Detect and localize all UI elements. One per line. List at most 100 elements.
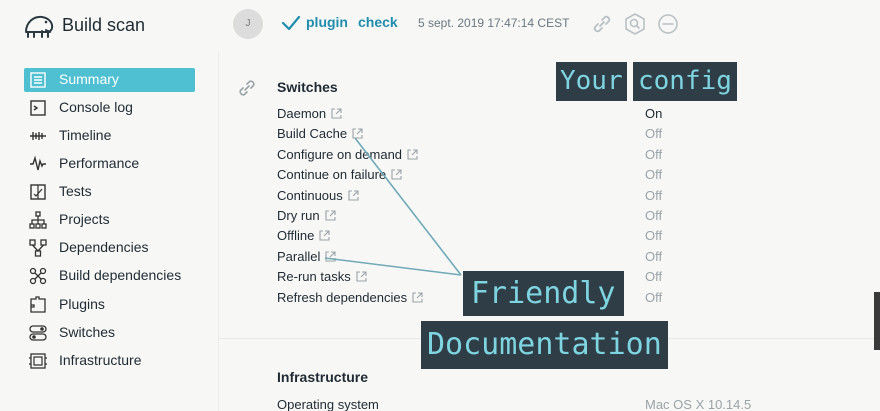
gradle-elephant-logo[interactable] — [22, 10, 56, 40]
switch-name: Offline — [277, 228, 315, 244]
sidebar-item-label: Tests — [59, 183, 92, 199]
annotation-your: Your — [556, 62, 627, 101]
switch-value: Off — [645, 269, 663, 285]
summary-icon — [30, 72, 46, 88]
switch-name: Parallel — [277, 248, 321, 264]
content-divider — [218, 52, 219, 411]
build-dependencies-icon — [29, 267, 47, 285]
plugins-icon — [30, 296, 46, 313]
switch-value: Off — [645, 289, 663, 305]
sidebar-item-label: Projects — [59, 211, 110, 227]
switches-icon — [29, 325, 47, 341]
switch-doc-link[interactable]: Dry run — [277, 208, 336, 223]
sidebar-item-label: Timeline — [59, 127, 112, 143]
sidebar: Summary Console log Timeline Performance… — [0, 52, 210, 411]
operating-system-value: Mac OS X 10.14.5 — [645, 397, 752, 411]
switch-name: Daemon — [277, 106, 327, 121]
switch-doc-link[interactable]: Refresh dependencies — [277, 290, 423, 305]
sidebar-item-label: Switches — [59, 324, 116, 340]
sidebar-item-console-log[interactable]: Console log — [24, 96, 195, 120]
console-icon — [30, 100, 46, 116]
sidebar-item-label: Console log — [59, 99, 133, 115]
switch-value: Off — [645, 208, 663, 223]
sidebar-item-label: Performance — [59, 155, 140, 171]
switch-name: Dry run — [277, 208, 320, 223]
switch-doc-link[interactable]: Continuous — [277, 188, 359, 203]
switch-doc-link[interactable]: Build Cache — [277, 126, 363, 141]
sidebar-item-label: Infrastructure — [59, 352, 142, 368]
external-link-icon[interactable] — [348, 190, 359, 201]
sidebar-item-summary[interactable]: Summary — [24, 68, 195, 92]
switch-name: Build Cache — [277, 126, 348, 142]
infrastructure-section-title: Infrastructure — [277, 369, 369, 385]
sidebar-item-projects[interactable]: Projects — [24, 208, 195, 232]
switch-doc-link[interactable]: Re-run tasks — [277, 269, 367, 284]
external-link-icon[interactable] — [325, 251, 336, 262]
switch-row: Continuous Off — [277, 188, 697, 208]
switch-row: Build Cache Off — [277, 126, 697, 146]
task-check[interactable]: check — [358, 14, 398, 30]
sidebar-item-plugins[interactable]: Plugins — [24, 293, 195, 317]
switches-section-title: Switches — [277, 79, 338, 95]
switch-value: On — [645, 106, 663, 121]
sidebar-item-infrastructure[interactable]: Infrastructure — [24, 349, 195, 373]
external-link-icon[interactable] — [352, 128, 363, 139]
switch-row: Configure on demand Off — [277, 147, 697, 167]
sidebar-item-switches[interactable]: Switches — [24, 321, 195, 345]
external-link-icon[interactable] — [319, 230, 330, 241]
external-link-icon[interactable] — [407, 149, 418, 160]
external-link-icon[interactable] — [356, 271, 367, 282]
sidebar-item-timeline[interactable]: Timeline — [24, 124, 195, 148]
switch-row: Dry run Off — [277, 208, 697, 228]
dependencies-icon — [29, 239, 47, 257]
switch-name: Re-run tasks — [277, 269, 351, 285]
search-icon[interactable] — [623, 12, 647, 36]
projects-icon — [29, 211, 47, 229]
switch-name: Configure on demand — [277, 146, 403, 162]
tests-icon — [30, 184, 46, 200]
sidebar-item-tests[interactable]: Tests — [24, 180, 195, 204]
switch-doc-link[interactable]: Configure on demand — [277, 147, 418, 162]
switch-name: Continue on failure — [277, 167, 387, 183]
infrastructure-icon — [29, 353, 47, 369]
switch-value: Off — [645, 248, 663, 264]
switch-doc-link[interactable]: Daemon — [277, 106, 342, 121]
switch-row: Daemon On — [277, 106, 697, 126]
switch-value: Off — [645, 126, 663, 142]
switch-row: Offline Off — [277, 228, 697, 248]
timeline-icon — [30, 132, 46, 140]
brand-title[interactable]: Build scan — [62, 15, 145, 36]
sidebar-item-label: Plugins — [59, 296, 105, 312]
switch-row: Parallel Off — [277, 249, 697, 269]
link-icon[interactable] — [590, 12, 614, 36]
avatar[interactable]: J — [233, 9, 263, 39]
annotation-config: config — [633, 62, 737, 101]
sidebar-item-dependencies[interactable]: Dependencies — [24, 236, 195, 260]
sidebar-item-label: Build dependencies — [59, 267, 182, 283]
sidebar-item-label: Dependencies — [59, 239, 149, 255]
switch-name: Continuous — [277, 187, 343, 203]
annotation-documentation: Documentation — [421, 321, 668, 369]
switch-doc-link[interactable]: Parallel — [277, 249, 336, 264]
operating-system-label: Operating system — [277, 397, 379, 411]
sidebar-item-label: Summary — [59, 71, 119, 87]
external-link-icon[interactable] — [412, 292, 423, 303]
switch-value: Off — [645, 146, 663, 162]
switch-value: Off — [645, 228, 663, 244]
external-link-icon[interactable] — [391, 169, 402, 180]
switch-doc-link[interactable]: Continue on failure — [277, 167, 402, 182]
switch-value: Off — [645, 187, 663, 203]
performance-icon — [30, 155, 46, 171]
external-link-icon[interactable] — [331, 108, 342, 119]
minus-circle-icon[interactable] — [656, 12, 680, 36]
annotation-friendly: Friendly — [463, 271, 624, 316]
sidebar-item-build-dependencies[interactable]: Build dependencies — [24, 264, 195, 288]
switch-doc-link[interactable]: Offline — [277, 228, 330, 243]
external-link-icon[interactable] — [325, 210, 336, 221]
task-plugin[interactable]: plugin — [306, 14, 348, 30]
section-link-icon[interactable] — [236, 77, 258, 99]
check-icon — [281, 15, 301, 31]
switch-row: Continue on failure Off — [277, 167, 697, 187]
sidebar-item-performance[interactable]: Performance — [24, 152, 195, 176]
scrollbar-thumb[interactable] — [874, 292, 880, 350]
